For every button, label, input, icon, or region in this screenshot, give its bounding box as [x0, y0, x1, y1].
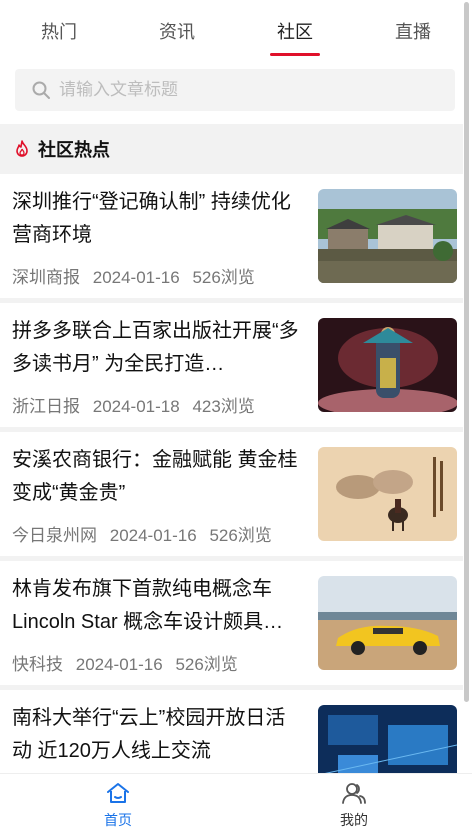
tab-live[interactable]: 直播: [354, 0, 472, 58]
news-list: 深圳推行“登记确认制” 持续优化营商环境 深圳商报 2024-01-16 526…: [0, 174, 463, 819]
home-icon: [107, 783, 129, 803]
nav-home[interactable]: 首页: [0, 774, 236, 835]
nav-profile-label: 我的: [340, 812, 368, 828]
news-title: 深圳推行“登记确认制” 持续优化营商环境: [12, 191, 291, 246]
village-photo: [318, 189, 457, 283]
news-meta: 快科技 2024-01-16 526浏览: [12, 650, 246, 675]
scrollbar[interactable]: [463, 0, 471, 835]
news-date: 2024-01-16: [92, 268, 180, 287]
nav-profile[interactable]: 我的: [236, 774, 472, 835]
search-bar[interactable]: [15, 69, 455, 111]
tab-news[interactable]: 资讯: [118, 0, 236, 58]
news-thumbnail: [318, 318, 457, 412]
news-views: 526浏览: [175, 655, 238, 674]
scrollbar-thumb[interactable]: [464, 2, 469, 702]
news-thumbnail: [318, 189, 457, 283]
news-title: 林肯发布旗下首款纯电概念车 Lincoln Star 概念车设计颇具…: [12, 578, 284, 633]
news-item[interactable]: 深圳推行“登记确认制” 持续优化营商环境 深圳商报 2024-01-16 526…: [0, 174, 463, 303]
news-title: 安溪农商银行：金融赋能 黄金桂变成“黄金贵”: [12, 449, 298, 504]
news-source: 今日泉州网: [12, 526, 97, 545]
news-item[interactable]: 林肯发布旗下首款纯电概念车 Lincoln Star 概念车设计颇具… 快科技 …: [0, 561, 463, 690]
news-item[interactable]: 安溪农商银行：金融赋能 黄金桂变成“黄金贵” 今日泉州网 2024-01-16 …: [0, 432, 463, 561]
news-date: 2024-01-16: [109, 526, 197, 545]
news-views: 526浏览: [192, 268, 255, 287]
news-meta: 今日泉州网 2024-01-16 526浏览: [12, 521, 280, 546]
flame-icon: [16, 140, 28, 157]
news-views: 423浏览: [192, 397, 255, 416]
bottom-nav: 首页 我的: [0, 773, 472, 835]
top-tabs: 热门 资讯 社区 直播: [0, 0, 472, 58]
news-date: 2024-01-16: [75, 655, 163, 674]
tab-community[interactable]: 社区: [236, 0, 354, 58]
section-title: 社区热点: [38, 140, 110, 160]
news-meta: 浙江日报 2024-01-18 423浏览: [12, 392, 263, 417]
yellow-car-beach: [318, 576, 457, 670]
search-input[interactable]: [59, 80, 439, 100]
tab-hot[interactable]: 热门: [0, 0, 118, 58]
news-title: 拼多多联合上百家出版社开展“多多读书月” 为全民打造…: [12, 320, 299, 375]
search-icon: [32, 81, 50, 99]
profile-icon: [342, 783, 366, 804]
news-title: 南科大举行“云上”校园开放日活动 近120万人线上交流: [12, 707, 286, 762]
news-date: 2024-01-18: [92, 397, 180, 416]
news-source: 深圳商报: [12, 268, 80, 287]
news-source: 浙江日报: [12, 397, 80, 416]
news-thumbnail: [318, 576, 457, 670]
news-thumbnail: [318, 447, 457, 541]
news-item[interactable]: 拼多多联合上百家出版社开展“多多读书月” 为全民打造… 浙江日报 2024-01…: [0, 303, 463, 432]
news-views: 526浏览: [209, 526, 272, 545]
stage-performance-photo: [318, 318, 457, 412]
section-header: 社区热点: [0, 124, 463, 174]
news-source: 快科技: [12, 655, 63, 674]
ink-painting-horses: [318, 447, 457, 541]
news-meta: 深圳商报 2024-01-16 526浏览: [12, 263, 263, 288]
nav-home-label: 首页: [104, 812, 132, 828]
